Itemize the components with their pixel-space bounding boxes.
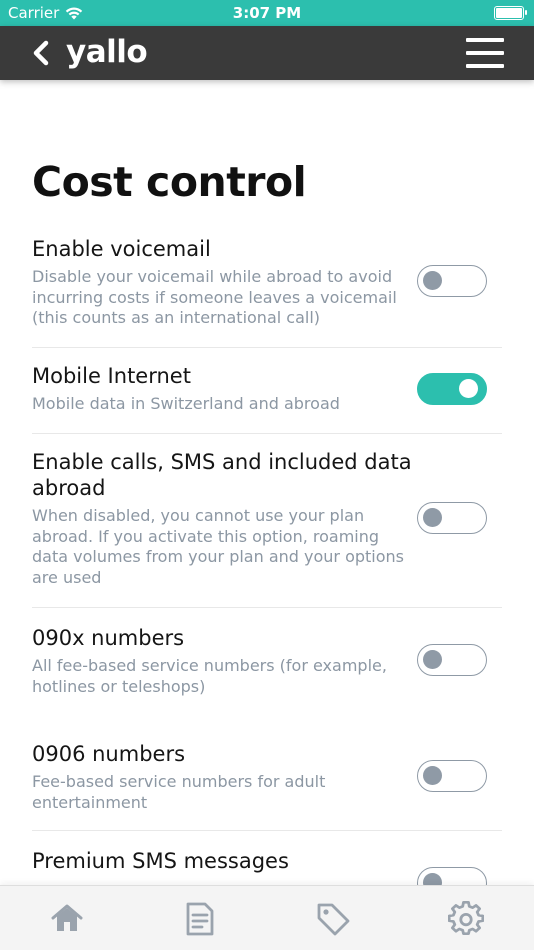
setting-description: All fee-based service numbers (for examp… (32, 656, 387, 696)
setting-090x-numbers: 090x numbers All fee-based service numbe… (32, 625, 502, 715)
tab-bar (0, 885, 534, 950)
setting-mobile-internet: Mobile Internet Mobile data in Switzerla… (32, 363, 502, 434)
battery-icon (494, 6, 527, 20)
chevron-left-icon[interactable] (30, 40, 52, 66)
setting-title: Enable calls, SMS and included data abro… (32, 450, 412, 500)
setting-title: Mobile Internet (32, 364, 191, 388)
setting-premium-sms: Premium SMS messages (32, 848, 502, 885)
setting-description: Fee-based service numbers for adult ente… (32, 772, 326, 812)
home-icon[interactable] (49, 901, 85, 937)
setting-title: Enable voicemail (32, 237, 211, 261)
tag-icon[interactable] (315, 901, 351, 937)
status-time: 3:07 PM (232, 4, 302, 22)
toggle-090x-numbers[interactable] (417, 644, 487, 676)
setting-title: 090x numbers (32, 626, 185, 650)
page-title: Cost control (32, 158, 307, 206)
setting-title: Premium SMS messages (32, 849, 289, 873)
document-icon[interactable] (182, 901, 218, 937)
setting-title: 0906 numbers (32, 742, 186, 766)
setting-description: Mobile data in Switzerland and abroad (32, 394, 340, 413)
hamburger-menu-icon[interactable] (466, 38, 504, 68)
toggle-mobile-internet[interactable] (417, 373, 487, 405)
setting-description: When disabled, you cannot use your plan … (32, 506, 405, 587)
toggle-roaming[interactable] (417, 502, 487, 534)
toggle-premium-sms[interactable] (417, 867, 487, 885)
setting-description: Disable your voicemail while abroad to a… (32, 267, 397, 327)
setting-0906-numbers: 0906 numbers Fee-based service numbers f… (32, 741, 502, 831)
brand-logo: yallo (66, 34, 148, 70)
status-bar: Carrier 3:07 PM (0, 0, 534, 26)
toggle-0906-numbers[interactable] (417, 760, 487, 792)
setting-roaming: Enable calls, SMS and included data abro… (32, 449, 502, 608)
gear-icon[interactable] (448, 901, 484, 937)
toggle-voicemail[interactable] (417, 265, 487, 297)
setting-voicemail: Enable voicemail Disable your voicemail … (32, 236, 502, 348)
nav-bar: yallo (0, 26, 534, 80)
main-content[interactable]: Cost control Enable voicemail Disable yo… (0, 80, 534, 885)
